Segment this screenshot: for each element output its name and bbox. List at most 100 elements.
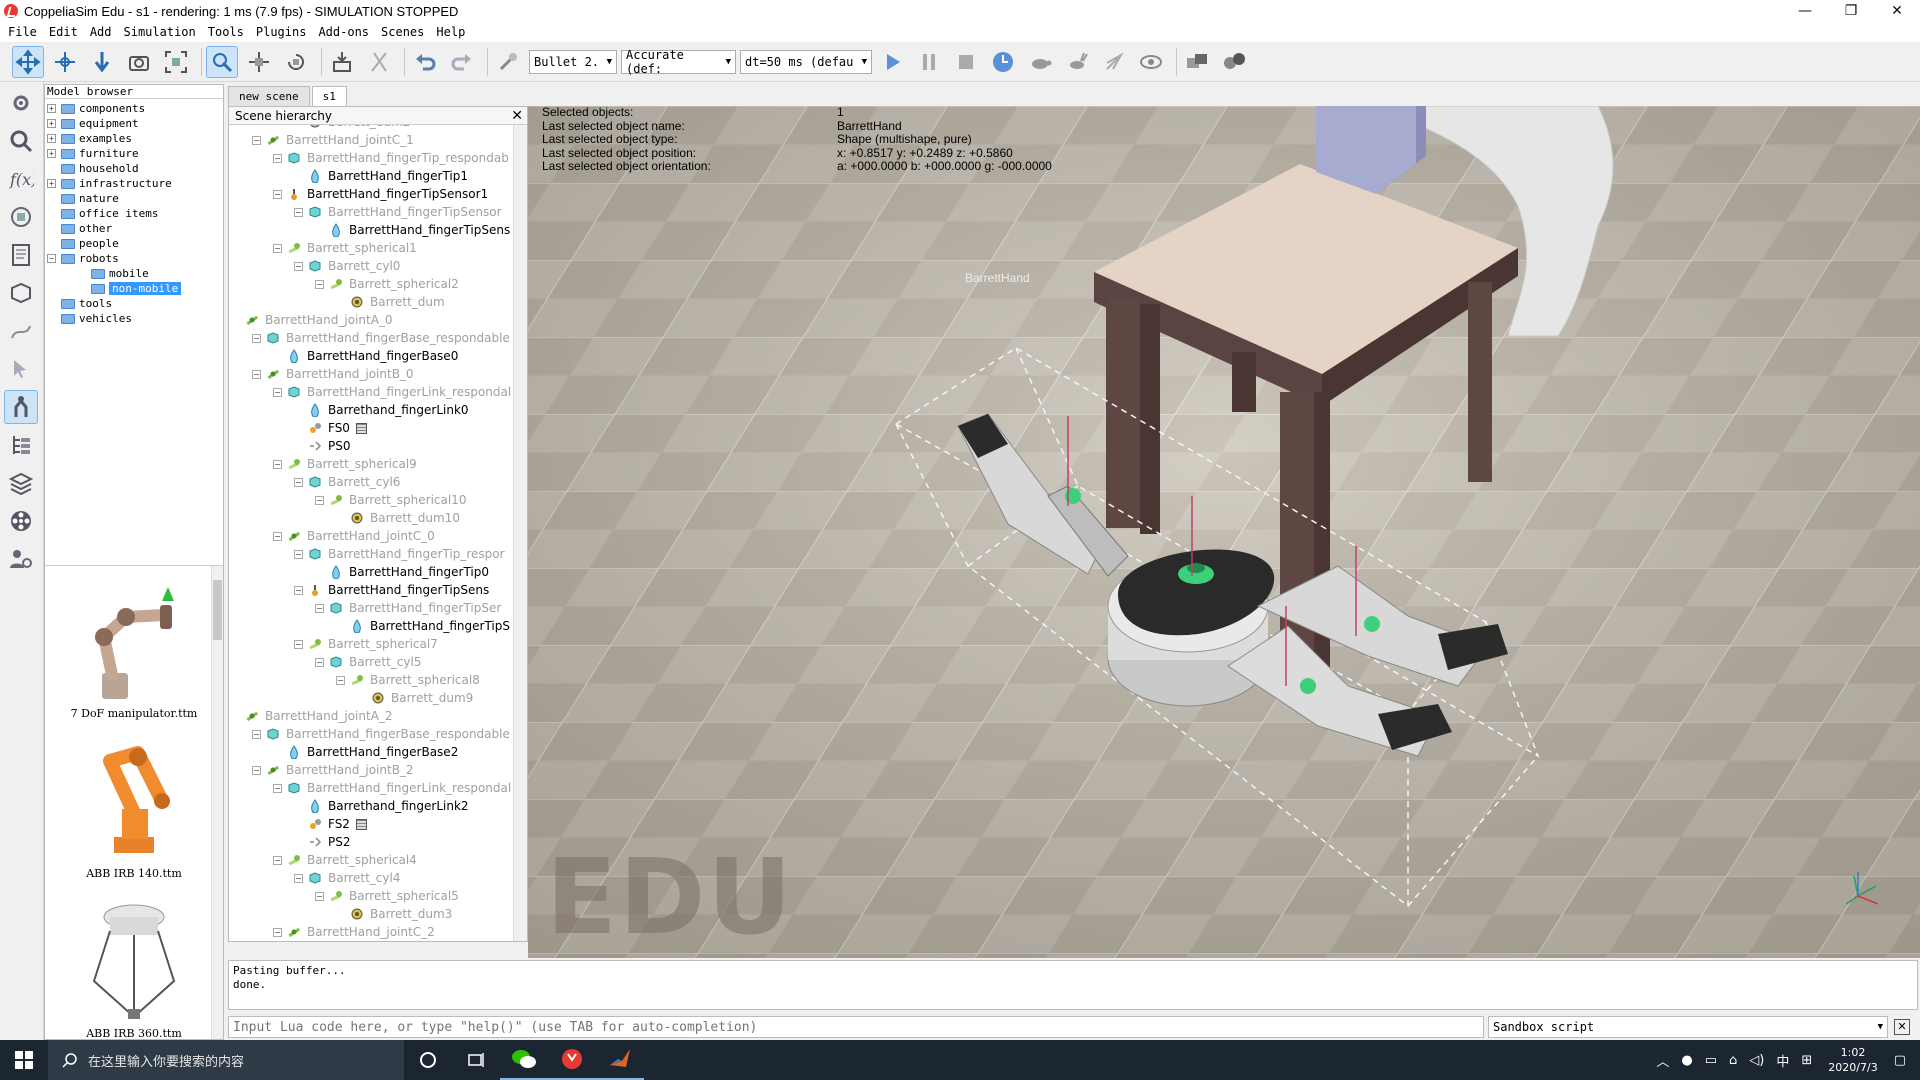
hierarchy-item[interactable]: − Barrett_spherical8	[336, 671, 480, 689]
maximize-button[interactable]: ❐	[1828, 0, 1874, 22]
hierarchy-item[interactable]: Barrethand_fingerLink0	[294, 401, 469, 419]
hierarchy-item[interactable]: Barrett_dum	[336, 293, 445, 311]
slow-down-button[interactable]	[1024, 46, 1056, 78]
hierarchy-item[interactable]: − BarrettHand_fingerBase_respondable	[252, 329, 510, 347]
path-edit-button[interactable]	[4, 314, 38, 348]
menu-scenes[interactable]: Scenes	[381, 25, 424, 39]
dynamics-toggle-button[interactable]	[492, 46, 524, 78]
collapse-toggle-icon[interactable]: −	[336, 675, 345, 685]
scene-viewport[interactable]: Selected objects: 1 Last selected object n…	[528, 106, 1920, 958]
model-browser-toggle[interactable]	[4, 390, 38, 424]
timestep-select[interactable]: dt=50 ms (defau ▼	[740, 49, 872, 74]
hierarchy-item[interactable]: BarrettHand_fingerTipS	[336, 617, 510, 635]
lua-command-input[interactable]	[228, 1016, 1484, 1038]
menu-edit[interactable]: Edit	[49, 25, 78, 39]
hierarchy-item[interactable]: − BarrettHand_fingerBase_respondable	[252, 725, 510, 743]
collapse-toggle-icon[interactable]: −	[252, 135, 261, 145]
expand-toggle-icon[interactable]: +	[47, 104, 56, 113]
video-recorder-button[interactable]	[4, 504, 38, 538]
visualization-toggle-button[interactable]	[1135, 46, 1167, 78]
collapse-toggle-icon[interactable]: −	[273, 459, 282, 469]
hierarchy-item[interactable]: − BarrettHand_jointB_2	[252, 761, 414, 779]
model-folder-item[interactable]: + examples	[45, 131, 223, 146]
menu-simulation[interactable]: Simulation	[124, 25, 196, 39]
minimize-button[interactable]: —	[1782, 0, 1828, 22]
assemble-button[interactable]	[326, 46, 358, 78]
script-icon[interactable]	[355, 818, 367, 830]
model-folder-item[interactable]: household	[45, 161, 223, 176]
hierarchy-item[interactable]: − BarrettHand_fingerTipSensor	[294, 203, 502, 221]
notification-icon[interactable]: ▢	[1894, 1053, 1906, 1068]
transfer-dna-button[interactable]	[363, 46, 395, 78]
model-folder-item[interactable]: + furniture	[45, 146, 223, 161]
menu-add[interactable]: Add	[90, 25, 112, 39]
hierarchy-item[interactable]: Barrett_dum10	[336, 509, 460, 527]
hierarchy-item[interactable]: − Barrett_spherical5	[315, 887, 459, 905]
layers-button[interactable]	[4, 466, 38, 500]
input-language-indicator[interactable]: 中	[1776, 1051, 1789, 1070]
hierarchy-item[interactable]: − Barrett_cyl0	[294, 257, 400, 275]
model-folder-item[interactable]: people	[45, 236, 223, 251]
shape-edit-button[interactable]	[4, 276, 38, 310]
start-button[interactable]	[0, 1040, 48, 1080]
collections-button[interactable]	[4, 200, 38, 234]
hierarchy-item[interactable]: BarrettHand_fingerTip1	[294, 167, 468, 185]
close-button[interactable]: ✕	[1874, 0, 1920, 22]
fit-to-view-button[interactable]	[160, 46, 192, 78]
model-folder-item[interactable]: other	[45, 221, 223, 236]
hierarchy-item[interactable]: − Barrett_cyl6	[294, 473, 400, 491]
model-thumb-7dof[interactable]: 7 DoF manipulator.ttm	[45, 566, 223, 726]
camera-pan-button[interactable]	[12, 45, 44, 78]
model-folder-item[interactable]: nature	[45, 191, 223, 206]
close-icon[interactable]: ✕	[511, 107, 523, 125]
collapse-toggle-icon[interactable]: −	[315, 279, 324, 289]
collapse-toggle-icon[interactable]: −	[294, 207, 303, 217]
collapse-toggle-icon[interactable]: −	[294, 585, 303, 595]
collapse-toggle-icon[interactable]: −	[315, 495, 324, 505]
hierarchy-item[interactable]: − Barrett_cyl5	[315, 653, 421, 671]
collapse-toggle-icon[interactable]: −	[273, 855, 282, 865]
redo-button[interactable]	[446, 46, 478, 78]
collapse-toggle-icon[interactable]: −	[294, 639, 303, 649]
wechat-tray-icon[interactable]: ●	[1681, 1053, 1692, 1068]
hierarchy-item[interactable]: − Barrett_spherical10	[315, 491, 466, 509]
collapse-toggle-icon[interactable]: −	[273, 243, 282, 253]
hierarchy-item[interactable]: − BarrettHand_jointC_1	[252, 131, 414, 149]
model-thumb-abb-irb-360[interactable]: ABB IRB 360.ttm	[45, 886, 223, 1039]
undo-button[interactable]	[409, 46, 441, 78]
menu-help[interactable]: Help	[436, 25, 465, 39]
task-view-button[interactable]	[452, 1040, 500, 1080]
object-rotate-button[interactable]	[280, 46, 312, 78]
thumbnails-scrollbar[interactable]	[211, 566, 223, 1039]
hierarchy-item[interactable]: − Barrett_spherical2	[315, 275, 459, 293]
hierarchy-item[interactable]: − BarrettHand_fingerTip_respondab	[273, 149, 509, 167]
coppeliasim-taskbar-button[interactable]	[548, 1040, 596, 1080]
cortana-button[interactable]	[404, 1040, 452, 1080]
simulation-settings-button[interactable]	[4, 86, 38, 120]
hierarchy-item[interactable]: − BarrettHand_fingerTipSens	[294, 581, 489, 599]
model-folder-item[interactable]: non-mobile	[45, 281, 223, 296]
menu-addons[interactable]: Add-ons	[318, 25, 369, 39]
expand-toggle-icon[interactable]: −	[47, 254, 56, 263]
hierarchy-item[interactable]: FS2	[294, 815, 367, 833]
hierarchy-item[interactable]: − Barrett_spherical4	[273, 851, 417, 869]
network-icon[interactable]: ⌂	[1729, 1053, 1737, 1068]
collapse-toggle-icon[interactable]: −	[294, 873, 303, 883]
scene-selector-button[interactable]	[1218, 46, 1250, 78]
start-simulation-button[interactable]	[876, 46, 908, 78]
collapse-toggle-icon[interactable]: −	[315, 891, 324, 901]
collapse-toggle-icon[interactable]: −	[252, 369, 261, 379]
wechat-taskbar-button[interactable]	[500, 1040, 548, 1080]
scene-hierarchy-toggle[interactable]	[4, 428, 38, 462]
model-folder-item[interactable]: + infrastructure	[45, 176, 223, 191]
input-mode-icon[interactable]: ⊞	[1801, 1053, 1812, 1068]
user-settings-button[interactable]	[4, 542, 38, 576]
collapse-toggle-icon[interactable]: −	[273, 531, 282, 541]
collapse-toggle-icon[interactable]: −	[294, 477, 303, 487]
scrollbar-thumb[interactable]	[213, 580, 222, 640]
hierarchy-item[interactable]: BarrettHand_jointA_0	[231, 311, 393, 329]
collapse-toggle-icon[interactable]: −	[273, 927, 282, 937]
hierarchy-item[interactable]: PS0	[294, 437, 351, 455]
model-folder-item[interactable]: − robots	[45, 251, 223, 266]
page-selector-button[interactable]	[1181, 46, 1213, 78]
